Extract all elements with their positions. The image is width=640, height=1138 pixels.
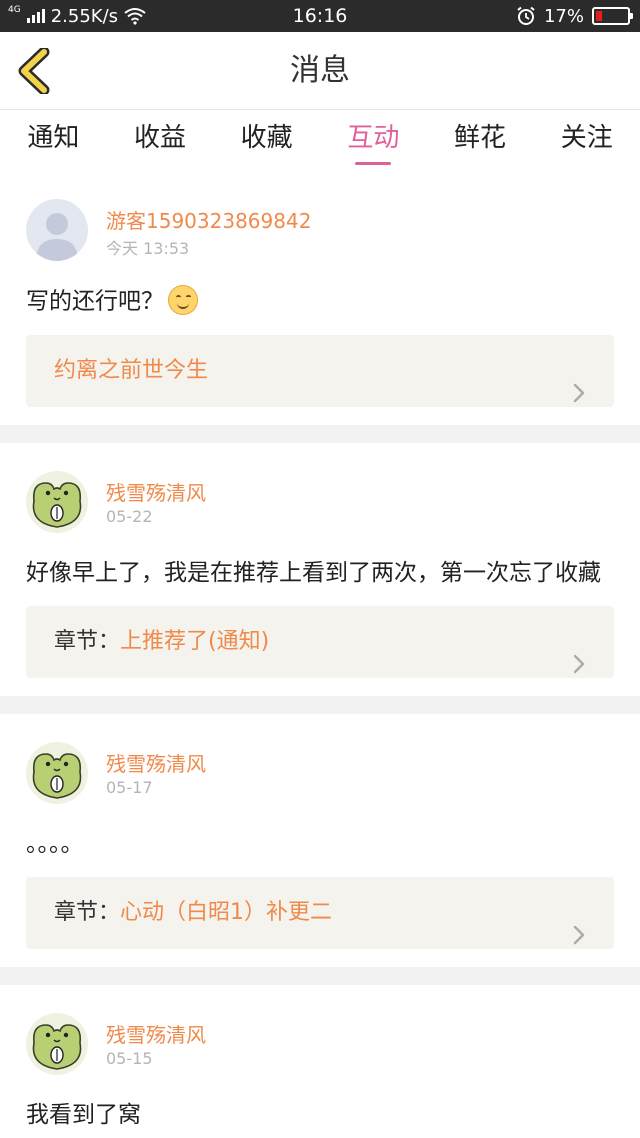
- message-card: 残雪殇清风 05-22 好像早上了，我是在推荐上看到了两次，第一次忘了收藏章节：上推…: [0, 443, 640, 696]
- referenced-item[interactable]: 约离之前世今生: [26, 335, 614, 407]
- tab-earnings[interactable]: 收益: [107, 111, 214, 171]
- timestamp: 05-17: [106, 778, 153, 797]
- ref-title: 约离之前世今生: [54, 358, 209, 383]
- message-content: 好像早上了，我是在推荐上看到了两次，第一次忘了收藏: [26, 559, 614, 588]
- message-text: 写的还行吧？: [26, 288, 164, 315]
- username[interactable]: 残雪殇清风: [106, 477, 206, 506]
- message-text: 好像早上了，我是在推荐上看到了两次，第一次忘了收藏: [26, 560, 601, 586]
- message-card: 残雪殇清风 05-17 。。。。章节：心动（白昭1）补更二: [0, 714, 640, 967]
- chevron-right-icon: [572, 903, 586, 975]
- status-bar: 4G 2.55K/s 16:16 17%: [0, 0, 640, 32]
- message-card: 游客1590323869842 今天 13:53 写的还行吧？ 约离之前世今生: [0, 171, 640, 425]
- username[interactable]: 游客1590323869842: [106, 205, 311, 234]
- avatar[interactable]: [26, 1013, 88, 1075]
- page-title: 消息: [290, 53, 350, 88]
- user-row: 游客1590323869842 今天 13:53: [26, 171, 614, 265]
- chevron-right-icon: [572, 632, 586, 704]
- message-text: 。。。。: [26, 831, 84, 857]
- avatar[interactable]: [26, 471, 88, 533]
- tab-favorites[interactable]: 收藏: [213, 111, 320, 171]
- tab-flowers[interactable]: 鲜花: [427, 111, 534, 171]
- message-text: 我看到了窝: [26, 1102, 141, 1128]
- section-divider: [0, 425, 640, 443]
- user-row: 残雪殇清风 05-22: [26, 443, 614, 537]
- message-content: 写的还行吧？: [26, 285, 614, 317]
- section-divider: [0, 696, 640, 714]
- user-row: 残雪殇清风 05-17: [26, 714, 614, 808]
- alarm-icon: [516, 6, 536, 26]
- tab-interactions[interactable]: 互动: [320, 111, 427, 171]
- tab-follows[interactable]: 关注: [533, 111, 640, 171]
- referenced-item[interactable]: 章节：上推荐了(通知): [26, 606, 614, 678]
- user-row: 残雪殇清风 05-15: [26, 985, 614, 1079]
- ref-title: 心动（白昭1）补更二: [120, 900, 333, 925]
- ref-prefix: 章节：: [54, 900, 121, 925]
- chevron-right-icon: [572, 361, 586, 433]
- timestamp: 05-15: [106, 1049, 153, 1068]
- message-list: 游客1590323869842 今天 13:53 写的还行吧？ 约离之前世今生残雪殇清…: [0, 171, 640, 1130]
- smile-emoji-icon: [168, 285, 198, 315]
- section-divider: [0, 967, 640, 985]
- ref-prefix: 章节：: [54, 629, 121, 654]
- header: 消息: [0, 32, 640, 110]
- referenced-item[interactable]: 章节：心动（白昭1）补更二: [26, 877, 614, 949]
- battery-fill: [596, 11, 602, 21]
- battery-icon: [592, 7, 633, 25]
- avatar[interactable]: [26, 742, 88, 804]
- timestamp: 05-22: [106, 507, 153, 526]
- message-content: 我看到了窝: [26, 1101, 614, 1130]
- timestamp: 今天 13:53: [106, 239, 190, 258]
- message-card: 残雪殇清风 05-15 我看到了窝: [0, 985, 640, 1130]
- ref-title: 上推荐了(通知): [120, 629, 270, 654]
- username[interactable]: 残雪殇清风: [106, 748, 206, 777]
- message-content: 。。。。: [26, 830, 614, 859]
- battery-percent: 17%: [543, 5, 584, 27]
- status-right: 17%: [516, 0, 633, 32]
- username[interactable]: 残雪殇清风: [106, 1019, 206, 1048]
- tab-notifications[interactable]: 通知: [0, 111, 107, 171]
- tab-bar: 通知 收益 收藏 互动 鲜花 关注: [0, 111, 640, 171]
- avatar[interactable]: [26, 199, 88, 261]
